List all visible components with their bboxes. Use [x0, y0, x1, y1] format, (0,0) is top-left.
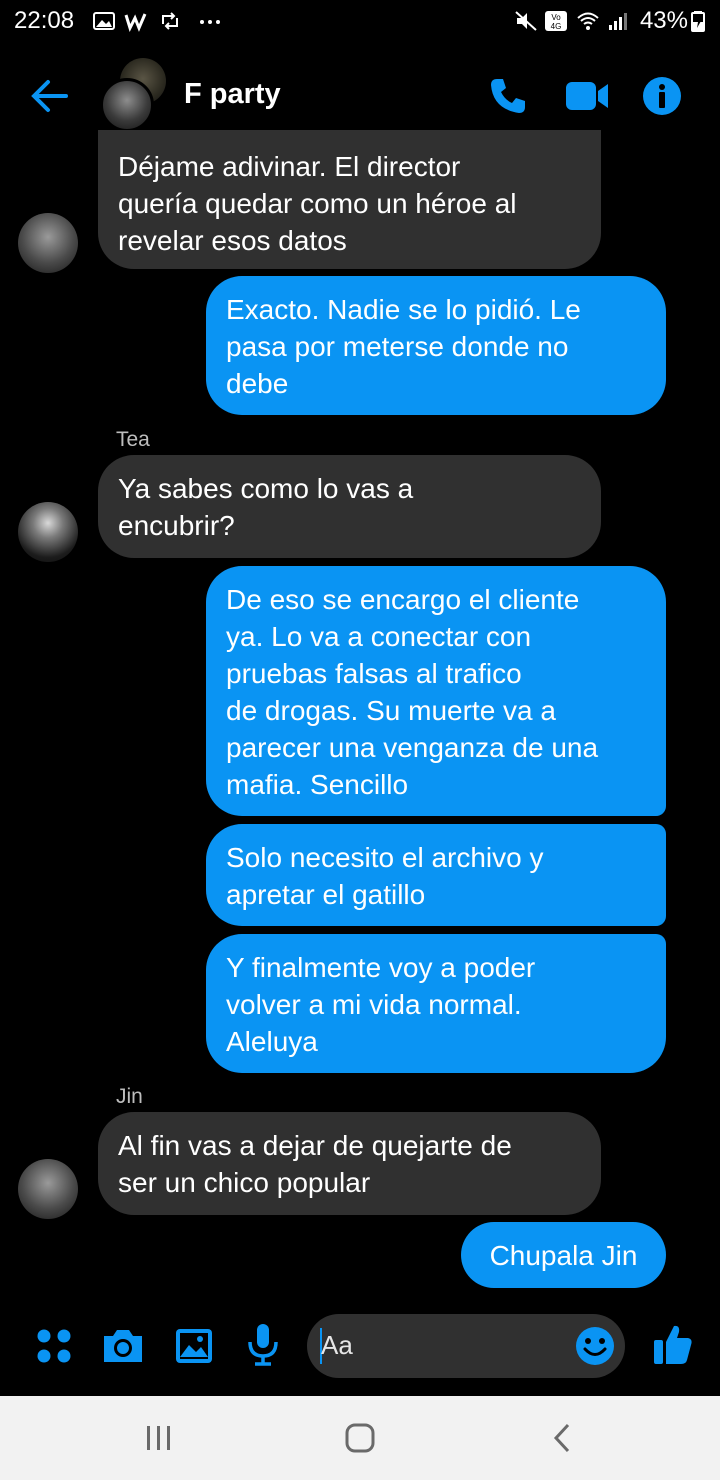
message-bubble-incoming[interactable]: Al fin vas a dejar de quejarte de ser un… [98, 1112, 601, 1215]
message-line: Al fin vas a dejar de quejarte de [118, 1130, 512, 1161]
message-line: ya. Lo va a conectar con [226, 621, 532, 652]
message-input[interactable]: Aa [307, 1314, 625, 1378]
message-line: Ya sabes como lo vas a [118, 473, 414, 504]
android-nav-bar [0, 1396, 720, 1480]
recent-apps-icon[interactable] [144, 1424, 174, 1452]
message-line: debe [226, 368, 289, 399]
message-line: mafia. Sencillo [226, 769, 409, 800]
wifi-icon [577, 12, 599, 30]
gallery-icon [93, 12, 115, 30]
more-icon [200, 20, 220, 24]
message-line: Chupala Jin [489, 1240, 638, 1271]
message-bubble-incoming[interactable]: Ya sabes como lo vas a encubrir? [98, 455, 601, 558]
status-time: 22:08 [14, 7, 75, 34]
message-line: revelar esos datos [118, 225, 347, 256]
avatar[interactable] [18, 502, 78, 562]
back-arrow-icon[interactable] [28, 76, 70, 116]
message-line: ser un chico popular [118, 1167, 371, 1198]
svg-text:Vo: Vo [551, 13, 561, 22]
video-camera-icon[interactable] [564, 78, 610, 114]
message-line: Solo necesito el archivo y [226, 842, 544, 873]
message-line: pasa por meterse donde no [226, 331, 569, 362]
message-line: apretar el gatillo [226, 879, 426, 910]
retweet-icon [162, 12, 178, 30]
battery-percent: 43% [639, 7, 688, 34]
message-line: De eso se encargo el cliente [226, 584, 580, 615]
back-icon[interactable] [550, 1422, 574, 1454]
sender-name: Tea [116, 428, 150, 451]
volte-icon: Vo 4G [545, 11, 567, 31]
message-bubble-outgoing[interactable]: Y finalmente voy a poder volver a mi vid… [206, 934, 666, 1073]
gallery-icon[interactable] [174, 1326, 214, 1366]
message-line: Y finalmente voy a poder [226, 952, 536, 983]
message-bubble-outgoing[interactable]: Solo necesito el archivo y apretar el ga… [206, 824, 666, 926]
message-line: Aleluya [226, 1026, 318, 1057]
info-icon[interactable] [642, 76, 682, 116]
message-line: Déjame adivinar. El director [118, 151, 461, 182]
message-bubble-outgoing[interactable]: Chupala Jin [461, 1222, 666, 1288]
emoji-icon[interactable] [575, 1326, 615, 1366]
avatar[interactable] [18, 213, 78, 273]
phone-icon[interactable] [488, 76, 528, 116]
camera-icon[interactable] [100, 1326, 146, 1366]
mute-icon [515, 11, 537, 31]
signal-icon [609, 13, 627, 30]
message-line: quería quedar como un héroe al [118, 188, 517, 219]
avatar[interactable] [18, 1159, 78, 1219]
apps-icon[interactable] [34, 1326, 74, 1366]
svg-text:4G: 4G [551, 22, 562, 31]
message-bubble-outgoing[interactable]: De eso se encargo el cliente ya. Lo va a… [206, 566, 666, 816]
message-input-placeholder: Aa [321, 1330, 353, 1360]
thumbs-up-icon[interactable] [652, 1322, 694, 1366]
message-line: encubrir? [118, 510, 235, 541]
message-line: Exacto. Nadie se lo pidió. Le [226, 294, 581, 325]
microphone-icon[interactable] [246, 1322, 280, 1368]
battery-icon [691, 11, 705, 32]
message-line: parecer una venganza de una [226, 732, 599, 763]
w-app-icon [124, 13, 147, 32]
home-icon[interactable] [344, 1422, 376, 1454]
sender-name: Jin [116, 1085, 143, 1108]
message-composer: Aa [0, 1304, 720, 1394]
message-line: de drogas. Su muerte va a [226, 695, 556, 726]
group-avatar-front[interactable] [100, 78, 154, 132]
message-line: pruebas falsas al trafico [226, 658, 522, 689]
status-bar: 22:08 Vo 4G 43% [0, 0, 720, 44]
message-bubble-incoming[interactable]: Déjame adivinar. El director quería qued… [98, 130, 601, 269]
chat-title[interactable]: F party [184, 78, 281, 111]
message-line: volver a mi vida normal. [226, 989, 522, 1020]
message-bubble-outgoing[interactable]: Exacto. Nadie se lo pidió. Le pasa por m… [206, 276, 666, 415]
